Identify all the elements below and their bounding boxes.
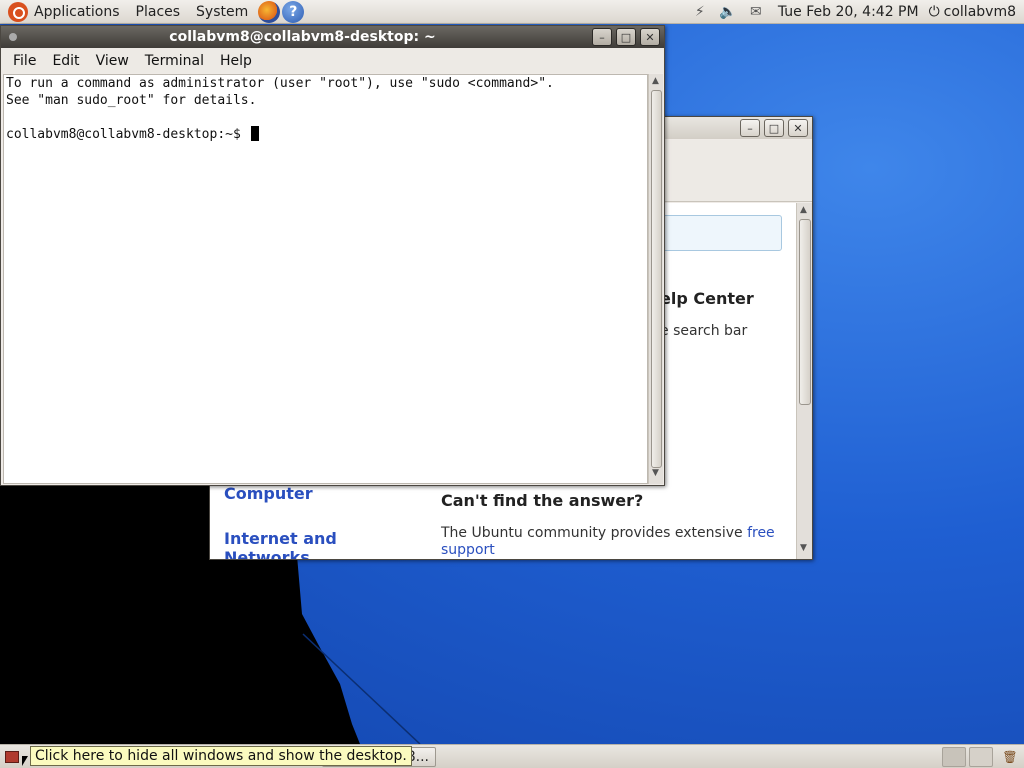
scroll-up-icon[interactable]: ▲ <box>652 76 659 86</box>
window-menu-icon[interactable] <box>9 33 17 41</box>
places-menu[interactable]: Places <box>128 0 189 24</box>
community-text: The Ubuntu community provides extensive … <box>441 525 781 559</box>
terminal-window[interactable]: collabvm8@collabvm8-desktop: ~ – □ ✕ Fil… <box>0 25 665 486</box>
workspace-switcher-2[interactable] <box>969 747 993 767</box>
scroll-down-icon[interactable]: ▼ <box>652 468 659 478</box>
clock[interactable]: Tue Feb 20, 4:42 PM <box>778 4 919 20</box>
help-subtext: e search bar <box>660 323 748 339</box>
menu-file[interactable]: File <box>5 53 44 69</box>
menu-terminal[interactable]: Terminal <box>137 53 212 69</box>
system-tray: ⚡ 🔈 ✉ Tue Feb 20, 4:42 PM ⏻ collabvm8 <box>686 0 1024 24</box>
text-cursor <box>250 126 259 141</box>
minimize-button[interactable]: – <box>740 119 760 137</box>
power-icon: ⏻ <box>928 3 940 20</box>
terminal-menubar: File Edit View Terminal Help <box>1 48 664 73</box>
network-icon[interactable]: ⚡ <box>690 2 710 22</box>
terminal-scrollbar[interactable]: ▲ ▼ <box>648 74 663 484</box>
help-heading: elp Center <box>660 289 754 308</box>
close-button[interactable]: ✕ <box>788 119 808 137</box>
terminal-line: See "man sudo_root" for details. <box>6 93 257 108</box>
show-desktop-icon <box>5 750 19 763</box>
menu-help[interactable]: Help <box>212 53 260 69</box>
help-scrollbar[interactable]: ▲ ▼ <box>796 203 812 559</box>
terminal-line: ​ <box>6 109 645 126</box>
menu-view[interactable]: View <box>88 53 137 69</box>
maximize-button[interactable]: □ <box>764 119 784 137</box>
terminal-scroll-thumb[interactable] <box>651 90 662 468</box>
close-button[interactable]: ✕ <box>640 28 660 46</box>
topic-link-internet[interactable]: Internet and Networks <box>224 529 394 559</box>
terminal-titlebar[interactable]: collabvm8@collabvm8-desktop: ~ – □ ✕ <box>1 26 664 48</box>
scroll-down-icon[interactable]: ▼ <box>800 543 807 553</box>
menu-edit[interactable]: Edit <box>44 53 87 69</box>
system-menu[interactable]: System <box>188 0 256 24</box>
terminal-output[interactable]: To run a command as administrator (user … <box>3 74 648 484</box>
show-desktop-button[interactable] <box>2 747 22 767</box>
volume-icon[interactable]: 🔈 <box>718 2 738 22</box>
top-panel: Applications Places System ? ⚡ 🔈 ✉ Tue F… <box>0 0 1024 24</box>
terminal-prompt: collabvm8@collabvm8-desktop:~$ <box>6 127 249 142</box>
terminal-line: To run a command as administrator (user … <box>6 76 554 91</box>
user-menu[interactable]: ⏻ collabvm8 <box>929 4 1016 20</box>
applications-menu-label: Applications <box>34 3 120 20</box>
terminal-prompt-line: collabvm8@collabvm8-desktop:~$ <box>6 126 645 143</box>
trash-icon[interactable]: 🗑 <box>998 747 1022 767</box>
help-icon[interactable]: ? <box>282 0 305 23</box>
cant-find-heading: Can't find the answer? <box>441 491 644 510</box>
maximize-button[interactable]: □ <box>616 28 636 46</box>
mouse-pointer-icon <box>22 756 28 766</box>
workspace-switcher-1[interactable] <box>942 747 966 767</box>
show-desktop-tooltip: Click here to hide all windows and show … <box>30 746 412 766</box>
ubuntu-logo-icon <box>8 1 28 22</box>
applications-menu[interactable]: Applications <box>0 0 128 24</box>
firefox-icon[interactable] <box>258 0 281 23</box>
mail-icon[interactable]: ✉ <box>746 2 766 22</box>
scroll-up-icon[interactable]: ▲ <box>800 205 807 215</box>
terminal-title: collabvm8@collabvm8-desktop: ~ <box>169 29 436 45</box>
user-name: collabvm8 <box>943 3 1016 20</box>
help-scroll-thumb[interactable] <box>799 219 811 405</box>
minimize-button[interactable]: – <box>592 28 612 46</box>
community-text-body: The Ubuntu community provides extensive <box>441 525 748 541</box>
